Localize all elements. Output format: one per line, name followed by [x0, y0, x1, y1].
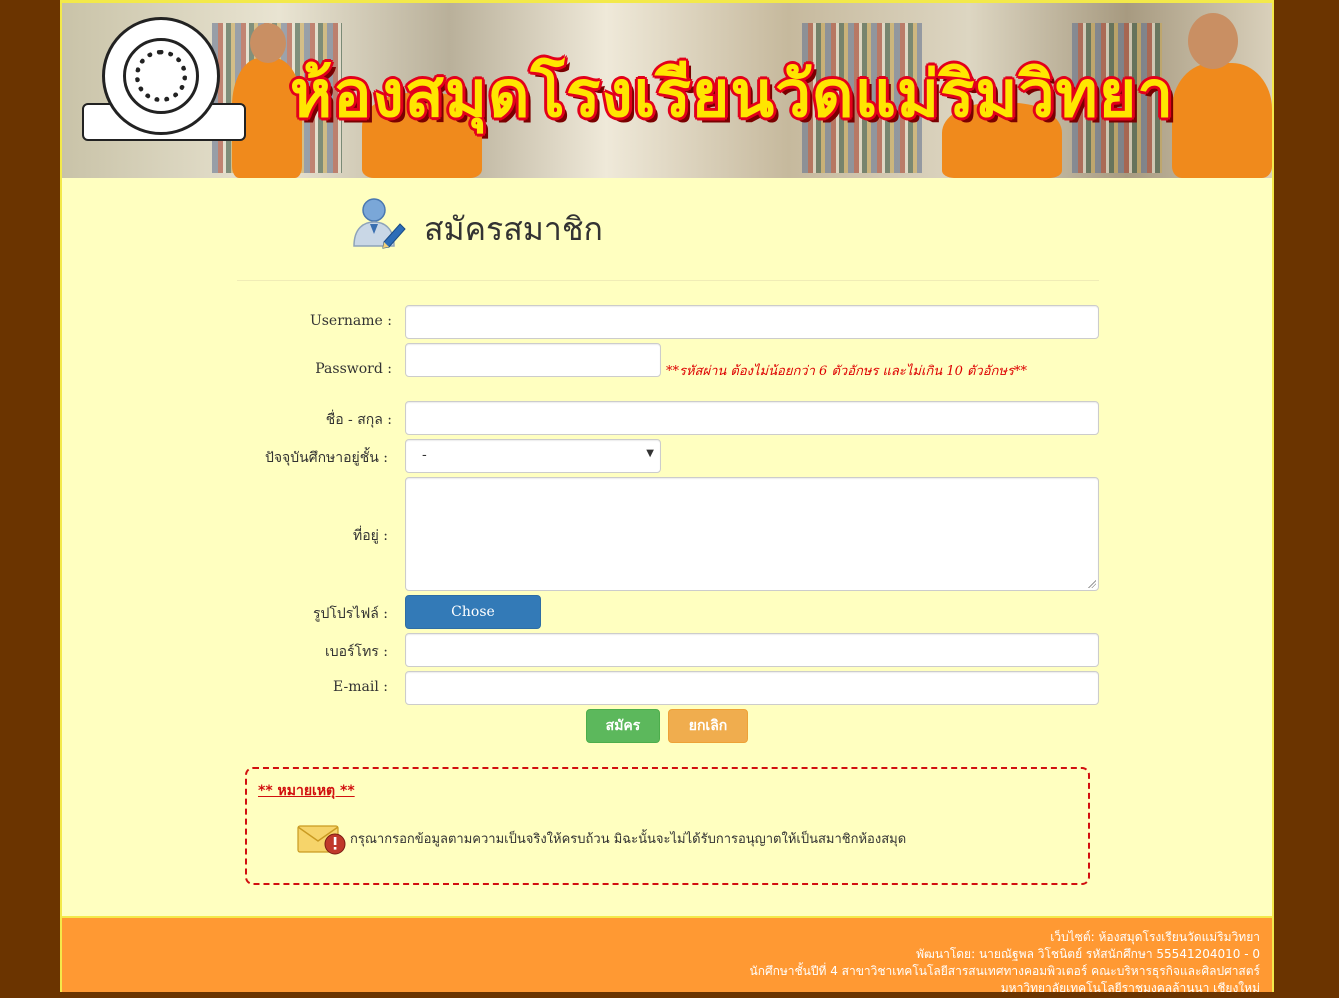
- mail-warning-icon: [297, 825, 346, 855]
- note-title: ** หมายเหตุ **: [258, 783, 355, 799]
- page-title: สมัครสมาชิก: [424, 210, 603, 248]
- username-label: Username :: [309, 313, 392, 329]
- address-label: ที่อยู่ :: [352, 528, 388, 544]
- note-text: กรุณากรอกข้อมูลตามความเป็นจริงให้ครบถ้วน…: [350, 832, 907, 847]
- chevron-down-icon: ▼: [646, 448, 654, 459]
- email-label: E-mail :: [333, 679, 388, 695]
- grade-select[interactable]: - ▼: [405, 439, 661, 473]
- profile-label: รูปโปรไฟล์ :: [312, 606, 388, 622]
- school-logo: [102, 17, 220, 135]
- note-box: ** หมายเหตุ ** กรุณากรอกข้อมูลตามความเป็…: [245, 767, 1090, 885]
- password-input[interactable]: [405, 343, 661, 377]
- fullname-input[interactable]: [405, 401, 1099, 435]
- footer: เว็บไซต์: ห้องสมุดโรงเรียนวัดแม่ริมวิทยา…: [62, 916, 1272, 995]
- password-hint: **รหัสผ่าน ต้องไม่น้อยกว่า 6 ตัวอักษร แล…: [666, 364, 1027, 379]
- email-input[interactable]: [405, 671, 1099, 705]
- username-input[interactable]: [405, 305, 1099, 339]
- user-edit-icon: [353, 198, 406, 249]
- grade-label: ปัจจุบันศึกษาอยู่ชั้น :: [264, 450, 388, 466]
- password-label: Password :: [315, 361, 392, 377]
- page-container: ห้องสมุดโรงเรียนวัดแม่ริมวิทยา สมัครสมาช…: [60, 0, 1274, 995]
- resize-handle-icon[interactable]: [1088, 580, 1096, 588]
- cancel-button[interactable]: ยกเลิก: [668, 709, 748, 743]
- heading-divider: [237, 280, 1099, 281]
- phone-input[interactable]: [405, 633, 1099, 667]
- choose-picture-button[interactable]: Chose Picture........: [405, 595, 541, 652]
- banner-title: ห้องสมุดโรงเรียนวัดแม่ริมวิทยา: [289, 58, 1175, 132]
- phone-label: เบอร์โทร :: [324, 644, 388, 660]
- submit-button[interactable]: สมัคร: [586, 709, 660, 743]
- footer-university: มหาวิทยาลัยเทคโนโลยีราชมงคลล้านนา เชียงใ…: [1000, 981, 1260, 995]
- grade-select-value: -: [422, 447, 427, 463]
- address-textarea[interactable]: [405, 477, 1099, 591]
- fullname-label: ชื่อ - สกุล :: [325, 412, 392, 428]
- header-banner: ห้องสมุดโรงเรียนวัดแม่ริมวิทยา: [62, 0, 1272, 178]
